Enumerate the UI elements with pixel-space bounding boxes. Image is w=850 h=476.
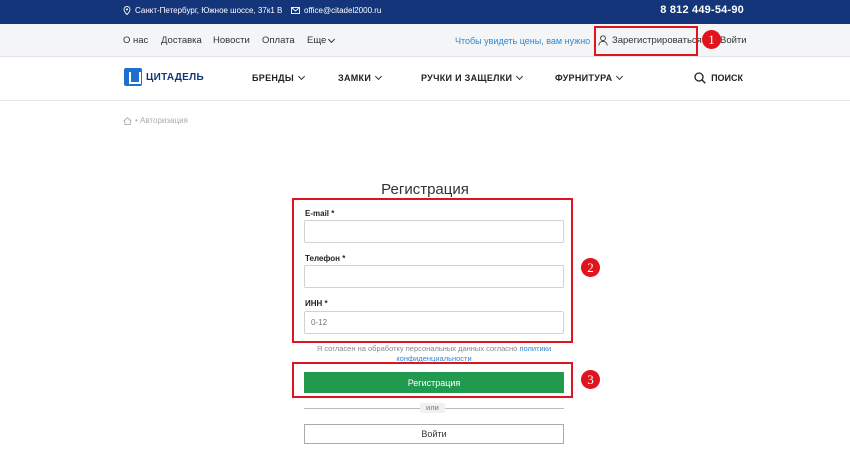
highlight-register-link bbox=[594, 26, 698, 56]
menu-brands-label: БРЕНДЫ bbox=[252, 73, 294, 83]
or-separator: или bbox=[420, 403, 445, 413]
search-button[interactable]: ПОИСК bbox=[694, 72, 743, 84]
logo-mark-icon bbox=[124, 68, 142, 86]
annotation-badge-1: 1 bbox=[702, 30, 721, 49]
chevron-down-icon bbox=[375, 72, 383, 81]
address[interactable]: Санкт-Петербург, Южное шоссе, 37к1 В bbox=[123, 6, 282, 15]
search-label: ПОИСК bbox=[711, 73, 743, 83]
home-icon[interactable] bbox=[123, 116, 132, 125]
consent-label: Я согласен на обработку персональных дан… bbox=[316, 344, 518, 353]
breadcrumb-current: • Авторизация bbox=[135, 116, 188, 125]
menu-brands[interactable]: БРЕНДЫ bbox=[252, 72, 306, 83]
logo-text: ЦИТАДЕЛЬ bbox=[146, 71, 204, 83]
chevron-down-icon bbox=[516, 72, 524, 81]
highlight-register-button bbox=[292, 362, 573, 398]
menu-locks[interactable]: ЗАМКИ bbox=[338, 72, 383, 83]
logo[interactable]: ЦИТАДЕЛЬ bbox=[124, 68, 204, 86]
main-header: ЦИТАДЕЛЬ БРЕНДЫ ЗАМКИ РУЧКИ И ЗАЩЕЛКИ ФУ… bbox=[0, 57, 850, 101]
highlight-form-fields bbox=[292, 198, 573, 343]
phone-number[interactable]: 8 812 449-54-90 bbox=[660, 4, 744, 16]
location-pin-icon bbox=[123, 6, 131, 15]
top-bar: Санкт-Петербург, Южное шоссе, 37к1 В off… bbox=[0, 0, 850, 24]
menu-handles-label: РУЧКИ И ЗАЩЕЛКИ bbox=[421, 73, 513, 83]
consent-text: Я согласен на обработку персональных дан… bbox=[304, 344, 564, 364]
menu-hardware-label: ФУРНИТУРА bbox=[555, 73, 613, 83]
chevron-down-icon bbox=[616, 72, 624, 81]
breadcrumb: • Авторизация bbox=[123, 116, 188, 125]
menu-handles[interactable]: РУЧКИ И ЗАЩЕЛКИ bbox=[421, 72, 524, 83]
email-link[interactable]: office@citadel2000.ru bbox=[291, 6, 381, 15]
chevron-down-icon bbox=[297, 72, 306, 81]
page-title: Регистрация bbox=[381, 181, 469, 198]
login-button[interactable]: Войти bbox=[304, 424, 564, 444]
search-icon bbox=[694, 72, 706, 84]
annotation-badge-2: 2 bbox=[581, 258, 600, 277]
price-hint: Чтобы увидеть цены, вам нужно bbox=[455, 36, 591, 46]
login-link[interactable]: Войти bbox=[720, 35, 747, 46]
nav-more-label: Еще bbox=[307, 35, 327, 46]
menu-hardware[interactable]: ФУРНИТУРА bbox=[555, 72, 624, 83]
nav-delivery[interactable]: Доставка bbox=[161, 35, 202, 46]
secondary-nav: О нас Доставка Новости Оплата Еще Чтобы … bbox=[0, 24, 850, 57]
nav-payment[interactable]: Оплата bbox=[262, 35, 295, 46]
menu-locks-label: ЗАМКИ bbox=[338, 73, 372, 83]
mail-icon bbox=[291, 7, 300, 14]
address-text: Санкт-Петербург, Южное шоссе, 37к1 В bbox=[135, 6, 283, 15]
nav-news[interactable]: Новости bbox=[213, 35, 250, 46]
annotation-badge-3: 3 bbox=[581, 370, 600, 389]
chevron-down-icon bbox=[328, 35, 336, 43]
email-text: office@citadel2000.ru bbox=[304, 6, 382, 15]
nav-more[interactable]: Еще bbox=[307, 35, 336, 46]
nav-about[interactable]: О нас bbox=[123, 35, 148, 46]
